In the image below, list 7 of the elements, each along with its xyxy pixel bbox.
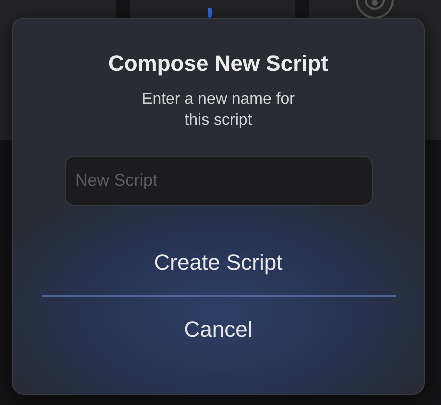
- dialog-message: Enter a new name for this script: [141, 90, 296, 131]
- cancel-button[interactable]: Cancel: [164, 308, 273, 350]
- dialog-title: Compose New Script: [108, 50, 329, 78]
- create-button[interactable]: Create Script: [134, 242, 303, 283]
- broadcast-icon: [353, 0, 397, 18]
- name-field[interactable]: New Script: [64, 156, 372, 206]
- indicator-icon: [208, 8, 212, 18]
